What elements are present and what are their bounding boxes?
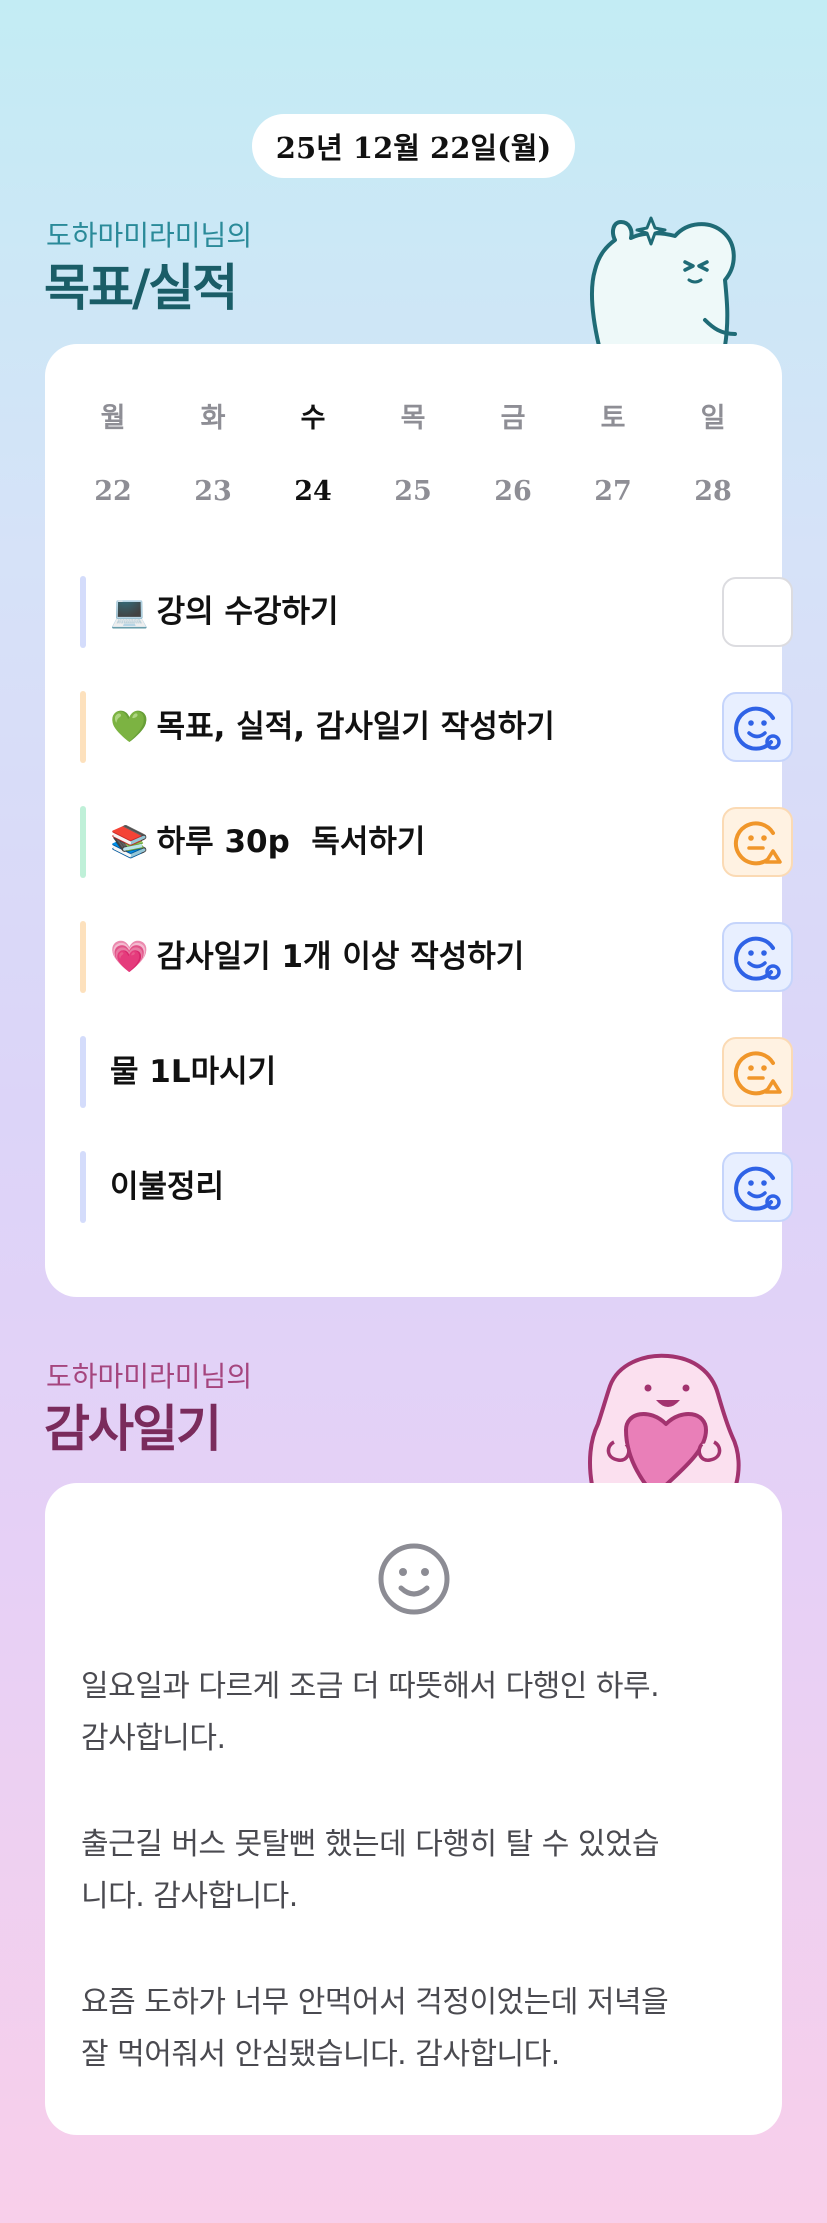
goal-text: 물 1L마시기 (110, 1054, 277, 1090)
weekday-label: 토 (600, 403, 626, 434)
gratitude-card: 일요일과 다르게 조금 더 따뜻해서 다행인 하루. 감사합니다. 출근길 버스… (45, 1483, 782, 2135)
goal-label: 물 1L마시기 (110, 1036, 276, 1108)
goal-text: 감사일기 1개 이상 작성하기 (156, 939, 525, 975)
week-date-button[interactable]: 24 (273, 476, 353, 507)
goal-color-bar (80, 691, 86, 763)
goal-text: 강의 수강하기 (156, 594, 339, 630)
gratitude-line: 니다. 감사합니다. (81, 1879, 298, 1914)
goal-color-bar (80, 1151, 86, 1223)
goal-emoji-icon: 💚 (110, 709, 149, 745)
date-text: 25년 12월 22일(월) (275, 131, 552, 165)
goal-label: 💗 감사일기 1개 이상 작성하기 (110, 921, 524, 993)
gratitude-line: 잘 먹어줘서 안심됐습니다. 감사합니다. (81, 2037, 560, 2072)
goal-item[interactable]: 💚 목표, 실적, 감사일기 작성하기 (80, 691, 793, 763)
smile-face-icon (378, 1543, 450, 1615)
goals-title: 목표/실적 (44, 259, 238, 317)
goal-text: 목표, 실적, 감사일기 작성하기 (156, 709, 555, 745)
goal-emoji-icon: 💗 (110, 939, 149, 975)
meh-status-icon (733, 821, 782, 866)
goal-item[interactable]: 💗 감사일기 1개 이상 작성하기 (80, 921, 793, 993)
goal-color-bar (80, 806, 86, 878)
goal-label: 📚 하루 30p 독서하기 (110, 806, 425, 878)
goal-item[interactable]: 💻 강의 수강하기 (80, 576, 793, 648)
week-date-row: 22 23 24 25 26 27 28 (45, 476, 782, 516)
gratitude-line: 일요일과 다르게 조금 더 따뜻해서 다행인 하루. (81, 1669, 660, 1704)
goal-label: 💚 목표, 실적, 감사일기 작성하기 (110, 691, 555, 763)
week-date-button[interactable]: 27 (573, 476, 653, 507)
weekday-label: 화 (200, 403, 226, 434)
goal-item[interactable]: 이불정리 (80, 1151, 793, 1223)
weekday-label: 수 (300, 403, 326, 434)
week-date-button[interactable]: 25 (373, 476, 453, 507)
gratitude-entry-1: 일요일과 다르게 조금 더 따뜻해서 다행인 하루. 감사합니다. (81, 1661, 761, 1765)
gratitude-line: 출근길 버스 못탈뻔 했는데 다행히 탈 수 있었습 (81, 1827, 660, 1862)
mascot-heart-illustration (588, 1353, 741, 1485)
goal-emoji-icon: 📚 (110, 824, 149, 860)
goal-status-done-button[interactable] (722, 922, 793, 992)
week-date-button[interactable]: 22 (73, 476, 153, 507)
goal-item[interactable]: 물 1L마시기 (80, 1036, 793, 1108)
week-date-button[interactable]: 28 (673, 476, 753, 507)
weekday-label: 금 (500, 403, 526, 434)
goal-color-bar (80, 921, 86, 993)
date-pill[interactable]: 25년 12월 22일(월) (252, 114, 575, 178)
weekday-label: 일 (700, 403, 726, 434)
goal-status-partial-button[interactable] (722, 807, 793, 877)
week-date-button[interactable]: 23 (173, 476, 253, 507)
weekday-row: 월화수목금토일 (45, 396, 782, 436)
week-date-button[interactable]: 26 (473, 476, 553, 507)
goal-color-bar (80, 1036, 86, 1108)
goal-text: 이불정리 (110, 1169, 225, 1205)
smile-status-icon (733, 1166, 781, 1211)
mascot-waving-illustration (590, 216, 737, 346)
smile-status-icon (733, 936, 781, 981)
weekday-label: 월 (100, 403, 126, 434)
goal-color-bar (80, 576, 86, 648)
smile-status-icon (733, 706, 781, 751)
goal-status-done-button[interactable] (722, 692, 793, 762)
gratitude-title: 감사일기 (44, 1400, 222, 1458)
goal-status-done-button[interactable] (722, 1152, 793, 1222)
goals-card: 월 화 수 목 금 토 일 22 23 24 25 26 27 28 💻 강의 수강하기 💚 목표, 실적, … (45, 344, 793, 1297)
goal-status-partial-button[interactable] (722, 1037, 793, 1107)
goal-label: 이불정리 (110, 1151, 224, 1223)
goal-emoji-icon: 💻 (110, 594, 149, 630)
gratitude-line: 감사합니다. (81, 1721, 226, 1756)
goal-status-empty-checkbox[interactable] (722, 577, 793, 647)
gratitude-line: 요즘 도하가 너무 안먹어서 걱정이었는데 저녁을 (81, 1985, 669, 2020)
gratitude-entry-3: 요즘 도하가 너무 안먹어서 걱정이었는데 저녁을 잘 먹어줘서 안심됐습니다.… (81, 1977, 761, 2081)
goal-item[interactable]: 📚 하루 30p 독서하기 (80, 806, 793, 878)
meh-status-icon (733, 1051, 782, 1096)
weekday-label: 목 (400, 403, 426, 434)
gratitude-entry-2: 출근길 버스 못탈뻔 했는데 다행히 탈 수 있었습 니다. 감사합니다. (81, 1819, 761, 1923)
goal-label: 💻 강의 수강하기 (110, 576, 339, 648)
goal-text: 하루 30p 독서하기 (156, 824, 426, 860)
